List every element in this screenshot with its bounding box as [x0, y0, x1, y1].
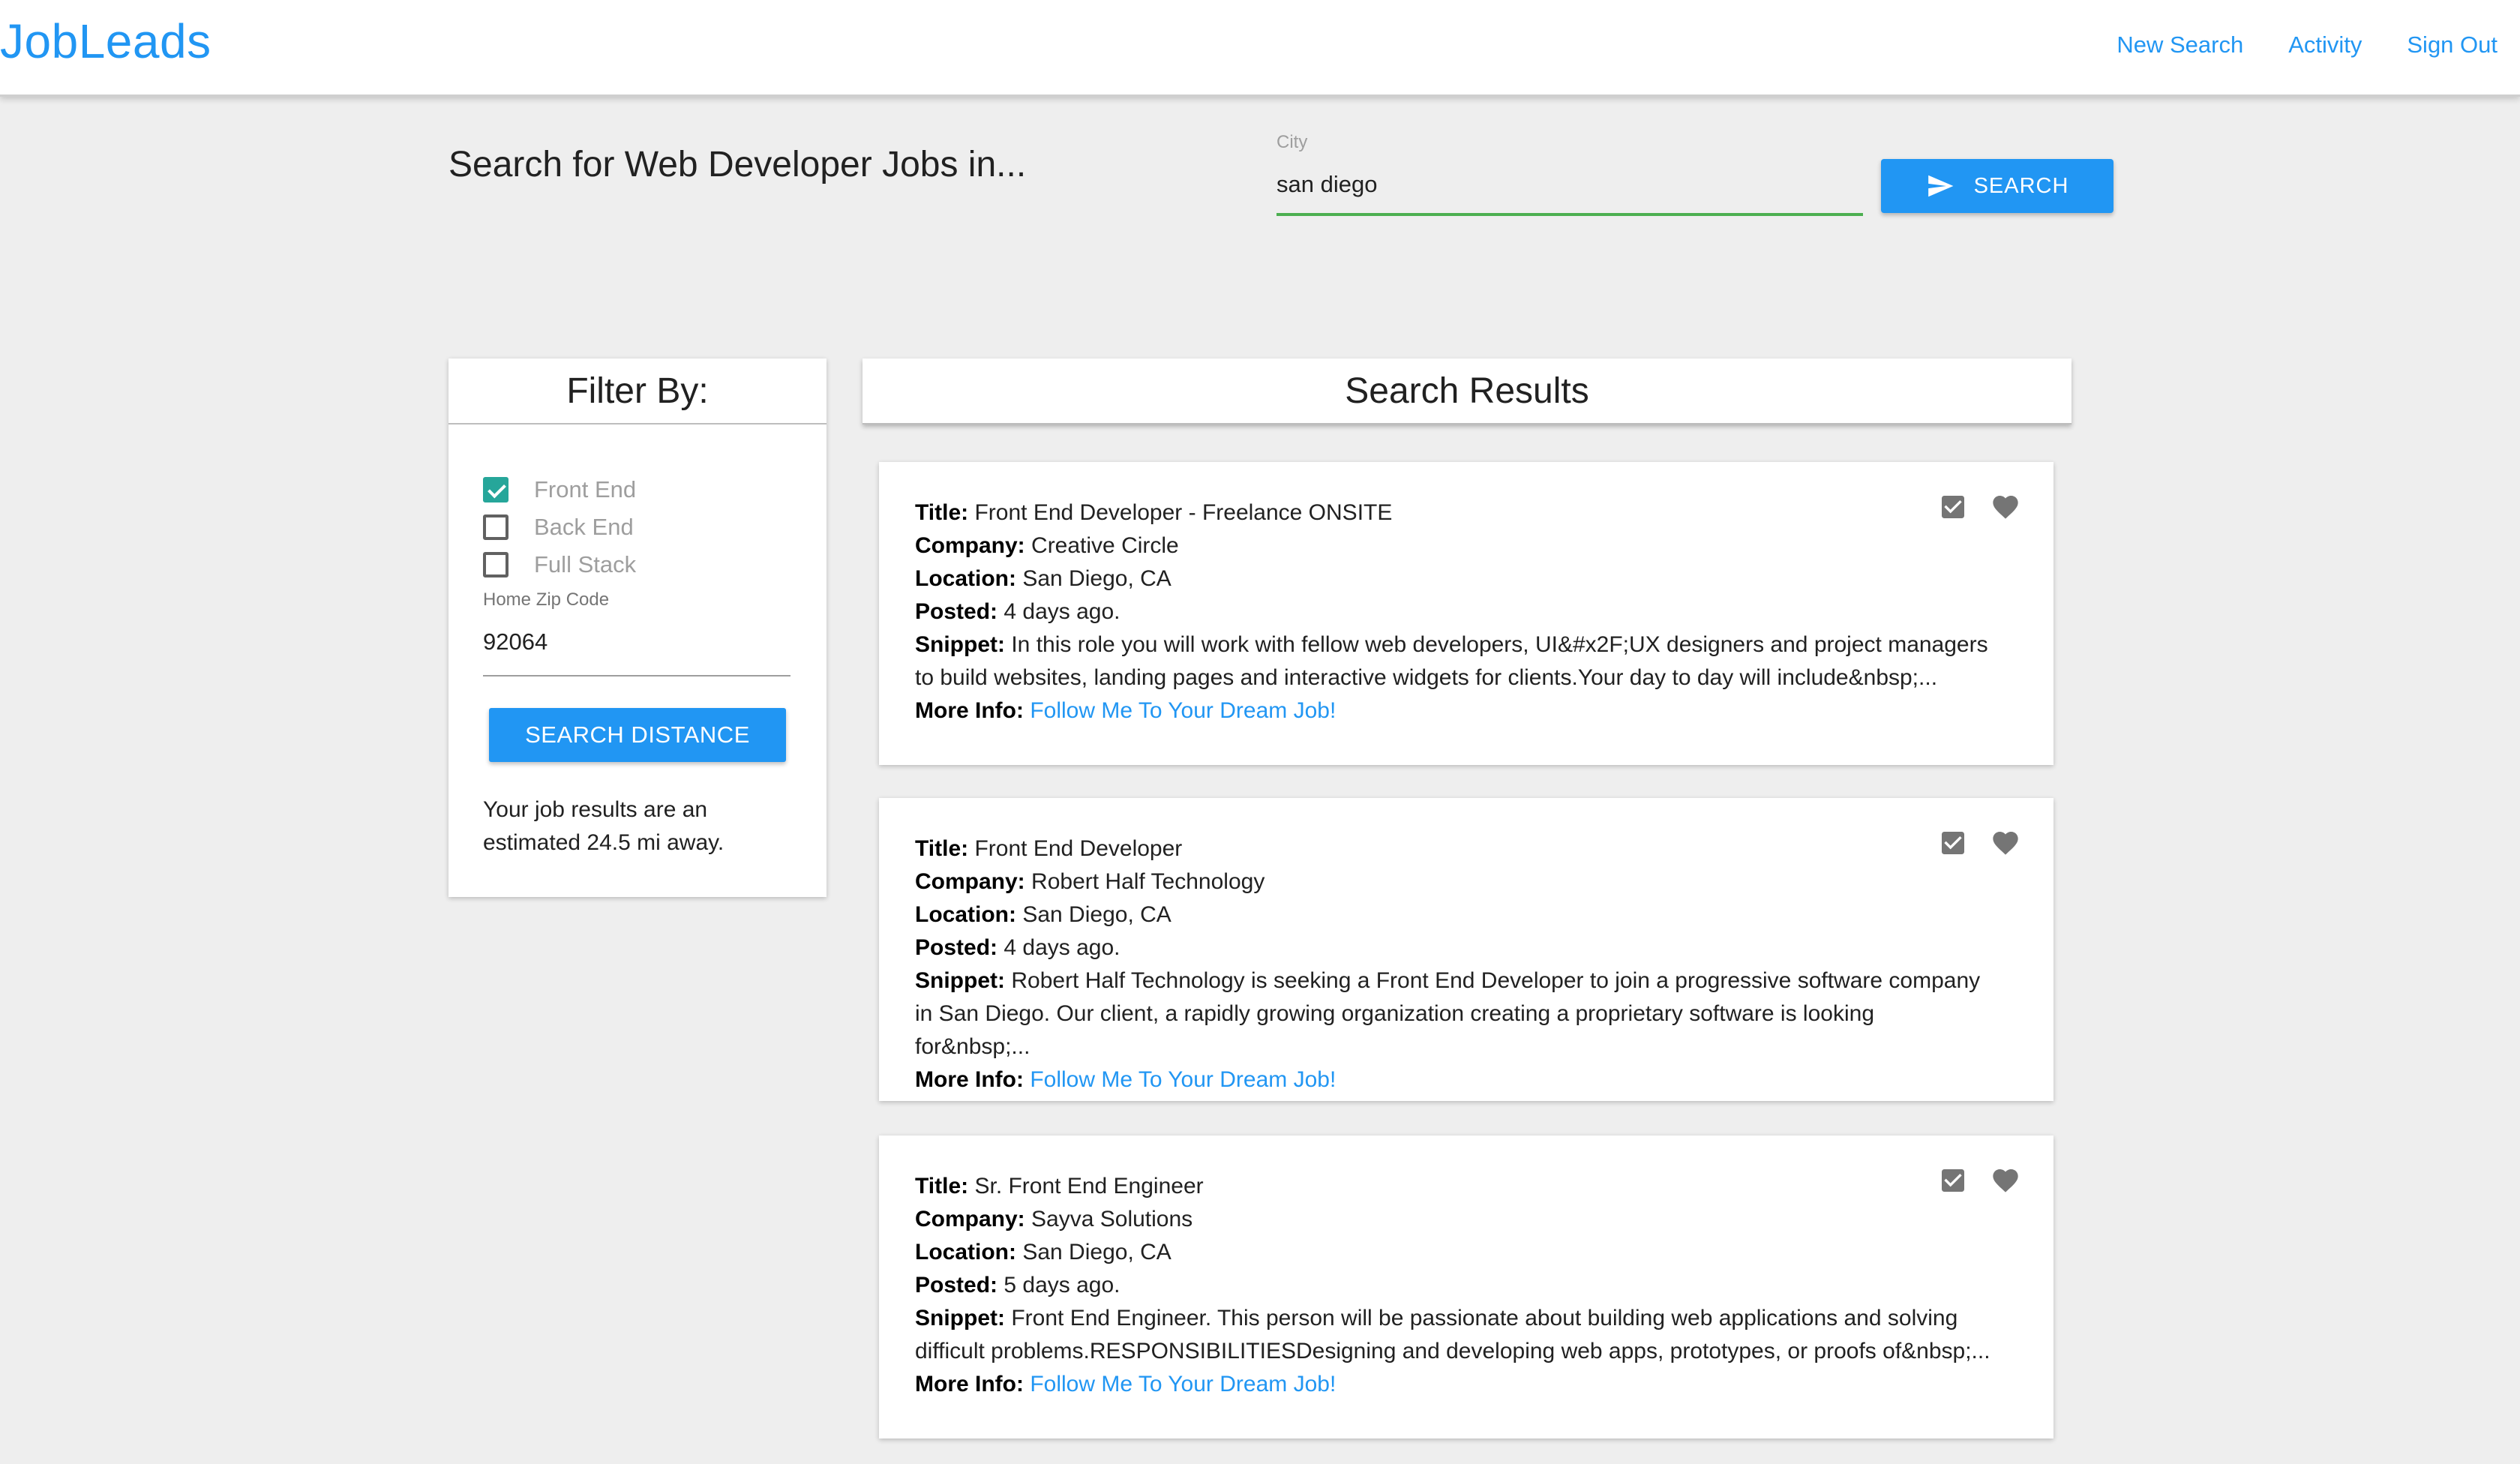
nav-new-search[interactable]: New Search [2116, 32, 2243, 58]
top-navbar: JobLeads New Search Activity Sign Out [0, 0, 2520, 97]
job-location-row: Location: San Diego, CA [915, 566, 1172, 591]
zip-input[interactable] [483, 618, 790, 676]
city-input[interactable] [1276, 162, 1863, 216]
job-posted-row: Posted: 4 days ago. [915, 935, 1120, 960]
job-snippet-row: Snippet: Robert Half Technology is seeki… [915, 968, 1981, 1059]
heart-icon[interactable] [1990, 492, 2020, 522]
job-company: Sayva Solutions [1031, 1207, 1193, 1232]
filter-label: Full Stack [534, 551, 637, 578]
job-company: Robert Half Technology [1031, 869, 1265, 894]
job-posted-row: Posted: 4 days ago. [915, 599, 1120, 624]
job-location-row: Location: San Diego, CA [915, 1240, 1172, 1264]
job-location: San Diego, CA [1022, 1240, 1172, 1264]
zip-label: Home Zip Code [483, 590, 610, 610]
job-title: Sr. Front End Engineer [974, 1174, 1204, 1198]
job-more-info-row: More Info: Follow Me To Your Dream Job! [915, 1067, 1336, 1092]
results-title: Search Results [862, 358, 2072, 424]
job-company-row: Company: Robert Half Technology [915, 869, 1265, 894]
send-icon [1928, 175, 1953, 197]
heart-icon[interactable] [1990, 828, 2020, 858]
job-more-info-row: More Info: Follow Me To Your Dream Job! [915, 1372, 1336, 1396]
job-location-row: Location: San Diego, CA [915, 902, 1172, 927]
job-company: Creative Circle [1031, 533, 1179, 558]
job-title: Front End Developer - Freelance ONSITE [974, 500, 1393, 525]
job-snippet-row: Snippet: In this role you will work with… [915, 632, 1988, 690]
filter-label: Back End [534, 514, 634, 540]
job-details: Title: Front End Developer - Freelance O… [915, 496, 1995, 728]
checkbox-unchecked-icon[interactable] [483, 552, 508, 578]
job-title-row: Title: Front End Developer [915, 836, 1183, 861]
job-card: Title: Sr. Front End Engineer Company: S… [879, 1136, 2054, 1438]
job-title-row: Title: Front End Developer - Freelance O… [915, 500, 1393, 525]
search-distance-button[interactable]: SEARCH DISTANCE [489, 708, 786, 762]
city-field: City [1276, 132, 1863, 216]
job-details: Title: Sr. Front End Engineer Company: S… [915, 1170, 1995, 1401]
nav-activity[interactable]: Activity [2288, 32, 2362, 58]
job-link[interactable]: Follow Me To Your Dream Job! [1030, 1372, 1336, 1396]
job-title-row: Title: Sr. Front End Engineer [915, 1174, 1204, 1198]
job-link[interactable]: Follow Me To Your Dream Job! [1030, 698, 1336, 723]
job-company-row: Company: Sayva Solutions [915, 1207, 1193, 1232]
city-label: City [1276, 132, 1308, 152]
job-card: Title: Front End Developer Company: Robe… [879, 798, 2054, 1101]
heart-icon[interactable] [1990, 1166, 2020, 1196]
search-button-label: SEARCH [1973, 173, 2069, 198]
job-location: San Diego, CA [1022, 902, 1172, 927]
job-location: San Diego, CA [1022, 566, 1172, 591]
filter-options: Front End Back End Full Stack [483, 471, 636, 584]
filter-panel: Filter By: Front End Back End Full Stack… [448, 358, 826, 897]
job-posted: 5 days ago. [1004, 1273, 1120, 1298]
job-title: Front End Developer [974, 836, 1183, 861]
nav-links: New Search Activity Sign Out [2116, 32, 2498, 58]
checkbox-checked-icon[interactable] [483, 477, 508, 502]
job-snippet: Front End Engineer. This person will be … [915, 1306, 1990, 1364]
nav-sign-out[interactable]: Sign Out [2407, 32, 2498, 58]
job-posted: 4 days ago. [1004, 935, 1120, 960]
job-posted-row: Posted: 5 days ago. [915, 1273, 1120, 1298]
search-heading: Search for Web Developer Jobs in... [448, 145, 1027, 184]
search-button[interactable]: SEARCH [1881, 159, 2114, 213]
job-link[interactable]: Follow Me To Your Dream Job! [1030, 1067, 1336, 1092]
brand-logo[interactable]: JobLeads [0, 14, 212, 69]
filter-full-stack[interactable]: Full Stack [483, 546, 636, 584]
filter-back-end[interactable]: Back End [483, 508, 636, 546]
job-snippet: In this role you will work with fellow w… [915, 632, 1988, 690]
filter-front-end[interactable]: Front End [483, 471, 636, 508]
job-snippet-row: Snippet: Front End Engineer. This person… [915, 1306, 1990, 1364]
job-more-info-row: More Info: Follow Me To Your Dream Job! [915, 698, 1336, 723]
job-company-row: Company: Creative Circle [915, 533, 1179, 558]
job-details: Title: Front End Developer Company: Robe… [915, 832, 1995, 1096]
job-snippet: Robert Half Technology is seeking a Fron… [915, 968, 1981, 1059]
checkbox-unchecked-icon[interactable] [483, 514, 508, 540]
job-card: Title: Front End Developer - Freelance O… [879, 462, 2054, 765]
job-posted: 4 days ago. [1004, 599, 1120, 624]
filter-label: Front End [534, 476, 637, 502]
filter-title: Filter By: [448, 358, 826, 424]
distance-note: Your job results are an estimated 24.5 m… [483, 797, 724, 855]
